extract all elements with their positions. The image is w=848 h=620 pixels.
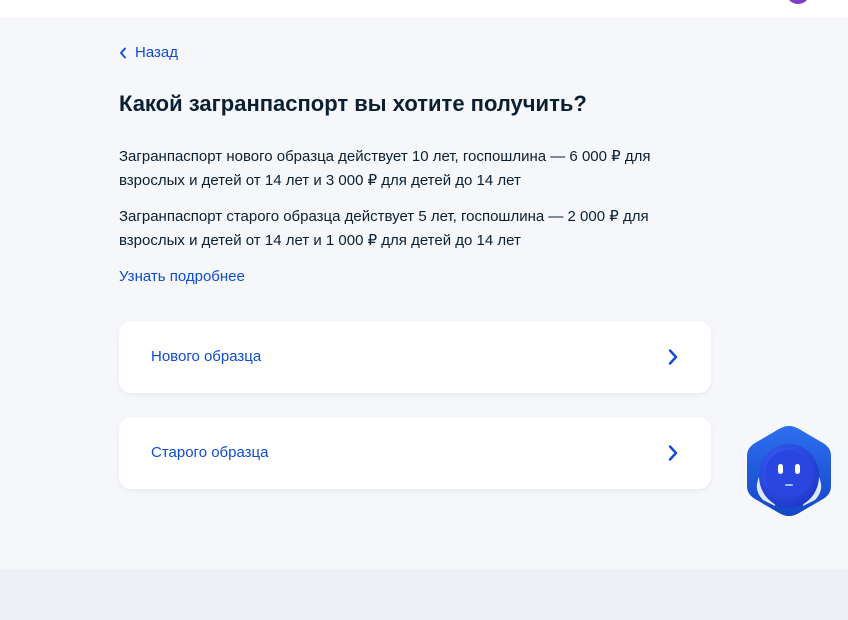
avatar[interactable] xyxy=(786,0,810,4)
option-label: Старого образца xyxy=(151,444,269,461)
option-old-passport[interactable]: Старого образца xyxy=(119,417,711,489)
chevron-left-icon xyxy=(120,47,126,59)
info-new-passport: Загранпаспорт нового образца действует 1… xyxy=(119,148,651,189)
top-header xyxy=(0,0,848,18)
back-link[interactable]: Назад xyxy=(119,44,178,62)
chevron-right-icon xyxy=(668,349,678,365)
learn-more-link[interactable]: Узнать подробнее xyxy=(119,267,245,287)
option-new-passport[interactable]: Нового образца xyxy=(119,321,711,393)
option-label: Нового образца xyxy=(151,348,262,365)
page-title: Какой загранпаспорт вы хотите получить? xyxy=(119,91,587,116)
chevron-right-icon xyxy=(668,445,678,461)
footer xyxy=(0,569,848,620)
robot-assistant-icon xyxy=(747,426,831,516)
info-old-passport: Загранпаспорт старого образца действует … xyxy=(119,208,649,249)
assistant-robot-button[interactable] xyxy=(745,424,833,516)
back-link-label: Назад xyxy=(135,44,178,61)
